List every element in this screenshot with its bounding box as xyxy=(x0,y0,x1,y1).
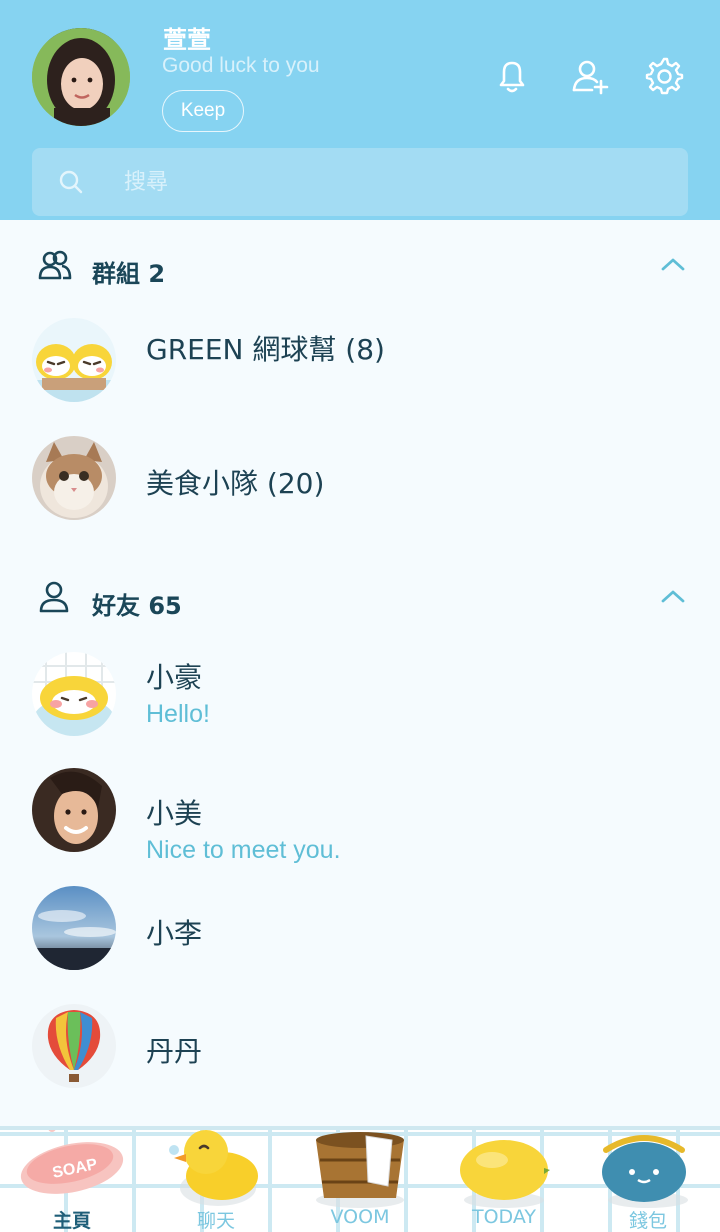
friends-section-header[interactable]: 好友 65 xyxy=(0,568,720,628)
chevron-up-icon[interactable] xyxy=(660,586,686,606)
friend-name: 丹丹 xyxy=(146,1035,203,1068)
friend-avatar xyxy=(32,1004,116,1088)
friend-row[interactable]: 小豪 Hello! xyxy=(0,652,720,762)
profile-status-message: Good luck to you xyxy=(162,54,320,77)
friend-avatar xyxy=(32,652,116,736)
lemon-icon xyxy=(460,1140,550,1208)
bottom-navigation: SOAP 主頁 聊天 VOOM TODAY 錢包 xyxy=(0,1126,720,1232)
add-friend-icon[interactable] xyxy=(570,56,610,96)
friend-name: 小李 xyxy=(146,917,203,950)
group-name: 美食小隊 (20) xyxy=(146,467,325,500)
group-row-tennis[interactable]: GREEN 網球幫 (8) xyxy=(0,318,720,428)
chevron-up-icon[interactable] xyxy=(660,254,686,274)
nav-home-label: 主頁 xyxy=(52,1210,91,1232)
friend-name: 小美 xyxy=(146,797,203,830)
group-row-food[interactable]: 美食小隊 (20) xyxy=(0,436,720,546)
search-input[interactable] xyxy=(124,164,624,200)
profile-avatar[interactable] xyxy=(32,28,130,126)
nav-chat-label: 聊天 xyxy=(196,1210,235,1232)
friend-row[interactable]: 小美 Nice to meet you. xyxy=(0,768,720,878)
person-icon xyxy=(39,581,69,613)
bucket-icon xyxy=(316,1132,404,1208)
gear-icon[interactable] xyxy=(644,56,684,96)
keep-button[interactable]: Keep xyxy=(162,90,244,132)
nav-wallet-label: 錢包 xyxy=(628,1210,667,1232)
group-avatar-tennis xyxy=(32,318,116,402)
friend-avatar xyxy=(32,886,116,970)
group-avatar-food xyxy=(32,436,116,520)
bell-icon[interactable] xyxy=(492,56,532,96)
nav-today-label: TODAY xyxy=(472,1206,536,1228)
nav-chat[interactable]: 聊天 xyxy=(144,1130,288,1232)
profile-header: 萱萱 Good luck to you Keep xyxy=(0,0,720,220)
nav-voom[interactable]: VOOM xyxy=(288,1130,432,1232)
group-name: GREEN 網球幫 (8) xyxy=(146,333,385,366)
friend-status-message: Hello! xyxy=(146,700,210,728)
nav-wallet[interactable]: 錢包 xyxy=(576,1130,720,1232)
group-icon xyxy=(38,250,72,280)
search-icon xyxy=(59,170,83,194)
nav-voom-label: VOOM xyxy=(330,1206,390,1228)
groups-section-label: 群組 2 xyxy=(92,260,166,288)
friend-status-message: Nice to meet you. xyxy=(146,836,341,864)
nav-today[interactable]: TODAY xyxy=(432,1130,576,1232)
search-bar[interactable] xyxy=(32,148,688,216)
friend-avatar xyxy=(32,768,116,852)
friend-name: 小豪 xyxy=(146,661,203,694)
friends-section-label: 好友 65 xyxy=(92,592,182,620)
nav-home[interactable]: SOAP 主頁 xyxy=(0,1130,144,1232)
duck-icon xyxy=(169,1130,258,1206)
friend-row[interactable]: 小李 xyxy=(0,886,720,996)
friend-row[interactable]: 丹丹 xyxy=(0,1004,720,1114)
groups-section-header[interactable]: 群組 2 xyxy=(0,236,720,296)
purse-icon xyxy=(602,1135,688,1208)
profile-name: 萱萱 xyxy=(163,27,211,54)
soap-icon: SOAP xyxy=(20,1130,124,1194)
